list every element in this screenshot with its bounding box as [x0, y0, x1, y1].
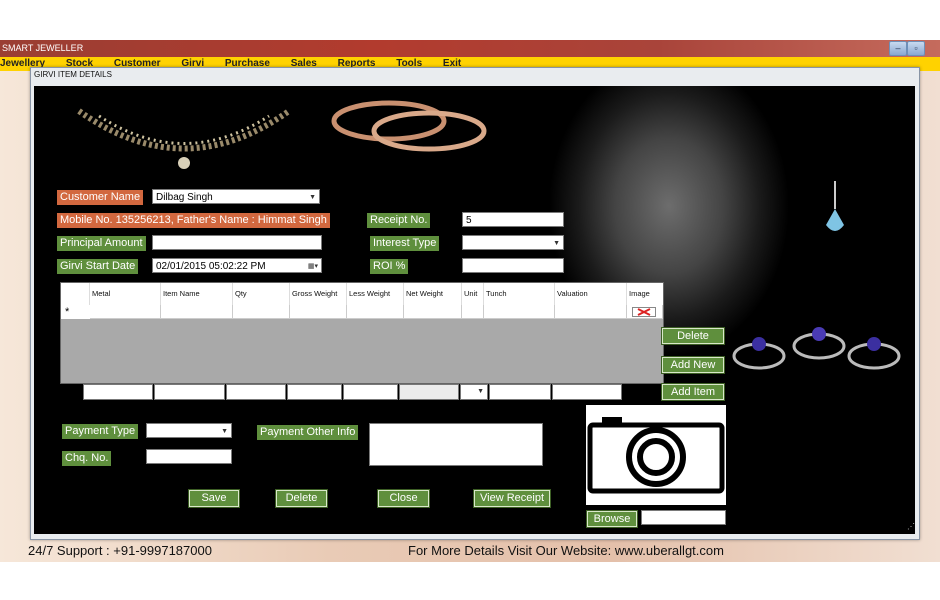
receipt-no-field[interactable]: 5 [462, 212, 564, 227]
minimize-button[interactable]: – [889, 41, 907, 56]
rings-image [331, 100, 487, 152]
principal-amount-label: Principal Amount [57, 236, 146, 251]
cell-image[interactable] [627, 305, 663, 319]
app-title: SMART JEWELLER [2, 43, 84, 53]
girvi-start-date-label: Girvi Start Date [57, 259, 139, 274]
support-footer: 24/7 Support : +91-9997187000 [28, 543, 212, 558]
cell-tunch[interactable] [484, 305, 555, 319]
dropdown-arrow-icon: ▼ [309, 194, 316, 201]
girvi-start-date-picker[interactable]: 02/01/2015 05:02:22 PM ▦▾ [152, 258, 322, 273]
total-gross-weight-field[interactable] [287, 384, 342, 400]
grid-header: Metal Item Name Qty Gross Weight Less We… [61, 283, 663, 306]
roi-field[interactable] [462, 258, 564, 273]
window-client-area: Customer Name Dilbag Singh ▼ Mobile No. … [34, 86, 915, 534]
principal-amount-field[interactable] [152, 235, 322, 250]
window-title: GIRVI ITEM DETAILS [34, 70, 112, 79]
chq-no-field[interactable] [146, 449, 232, 464]
close-button[interactable]: Close [377, 489, 430, 508]
app-titlebar: SMART JEWELLER – ▫ [0, 40, 940, 57]
gem-rings-image [732, 327, 901, 370]
interest-type-label: Interest Type [370, 236, 440, 251]
column-header-metal[interactable]: Metal [90, 283, 161, 305]
cell-less-weight[interactable] [347, 305, 404, 319]
total-net-weight-field[interactable] [399, 384, 459, 400]
dropdown-arrow-icon: ▼ [553, 240, 560, 247]
app-window: SMART JEWELLER – ▫ Jewellery Stock Custo… [0, 40, 940, 562]
customer-name-label: Customer Name [57, 190, 144, 205]
cell-valuation[interactable] [555, 305, 627, 319]
cell-gross-weight[interactable] [290, 305, 347, 319]
payment-other-info-textarea[interactable] [369, 423, 543, 466]
payment-other-info-label: Payment Other Info [257, 425, 359, 440]
view-receipt-button[interactable]: View Receipt [473, 489, 551, 508]
interest-type-select[interactable]: ▼ [462, 235, 564, 250]
customer-name-value: Dilbag Singh [156, 192, 213, 203]
girvi-items-grid[interactable]: Metal Item Name Qty Gross Weight Less We… [60, 282, 664, 384]
mobile-father-info: Mobile No. 135256213, Father's Name : Hi… [57, 213, 330, 228]
website-footer: For More Details Visit Our Website: www.… [408, 543, 724, 558]
receipt-no-label: Receipt No. [367, 213, 431, 228]
column-header-image[interactable]: Image [627, 283, 663, 305]
total-metal-field[interactable] [83, 384, 153, 400]
calendar-icon[interactable]: ▦▾ [308, 259, 318, 272]
camera-icon [587, 417, 725, 494]
broken-image-icon [632, 307, 656, 317]
cell-qty[interactable] [233, 305, 290, 319]
column-header-item-name[interactable]: Item Name [161, 283, 233, 305]
earring-image [826, 181, 844, 231]
payment-type-label: Payment Type [62, 424, 139, 439]
cell-unit[interactable] [462, 305, 484, 319]
table-row-new[interactable]: * [61, 305, 663, 319]
column-header-unit[interactable]: Unit [462, 283, 484, 305]
column-header-tunch[interactable]: Tunch [484, 283, 555, 305]
item-image-preview [586, 405, 726, 505]
total-valuation-field[interactable] [552, 384, 622, 400]
dropdown-arrow-icon: ▼ [221, 428, 228, 435]
column-header-less-weight[interactable]: Less Weight [347, 283, 404, 305]
delete-row-button[interactable]: Delete [661, 327, 725, 345]
maximize-icon[interactable]: ▫ [907, 41, 925, 56]
total-qty-field[interactable] [226, 384, 286, 400]
total-less-weight-field[interactable] [343, 384, 398, 400]
add-new-button[interactable]: Add New [661, 356, 725, 374]
chq-no-label: Chq. No. [62, 451, 112, 466]
girvi-start-date-value: 02/01/2015 05:02:22 PM [156, 261, 266, 272]
customer-name-select[interactable]: Dilbag Singh ▼ [152, 189, 320, 204]
save-button[interactable]: Save [188, 489, 240, 508]
column-header-valuation[interactable]: Valuation [555, 283, 627, 305]
column-header-qty[interactable]: Qty [233, 283, 290, 305]
delete-button[interactable]: Delete [275, 489, 328, 508]
new-row-marker: * [65, 306, 70, 318]
column-header-net-weight[interactable]: Net Weight [404, 283, 462, 305]
cell-item-name[interactable] [161, 305, 233, 319]
roi-label: ROI % [370, 259, 409, 274]
browse-button[interactable]: Browse [586, 510, 638, 528]
resize-grip-icon[interactable]: ⋰ [907, 522, 915, 531]
cell-metal[interactable] [90, 305, 161, 319]
total-item-name-field[interactable] [154, 384, 225, 400]
payment-type-select[interactable]: ▼ [146, 423, 232, 438]
total-unit-select[interactable]: ▼ [460, 384, 488, 400]
cell-net-weight[interactable] [404, 305, 462, 319]
total-tunch-field[interactable] [489, 384, 551, 400]
girvi-item-details-window: GIRVI ITEM DETAILS Customer Name Dilbag … [30, 67, 920, 540]
add-item-button[interactable]: Add Item [661, 383, 725, 401]
image-path-field[interactable] [641, 510, 726, 525]
row-header-corner [61, 283, 90, 305]
column-header-gross-weight[interactable]: Gross Weight [290, 283, 347, 305]
dropdown-arrow-icon: ▼ [477, 388, 484, 395]
necklace-image [77, 108, 291, 169]
